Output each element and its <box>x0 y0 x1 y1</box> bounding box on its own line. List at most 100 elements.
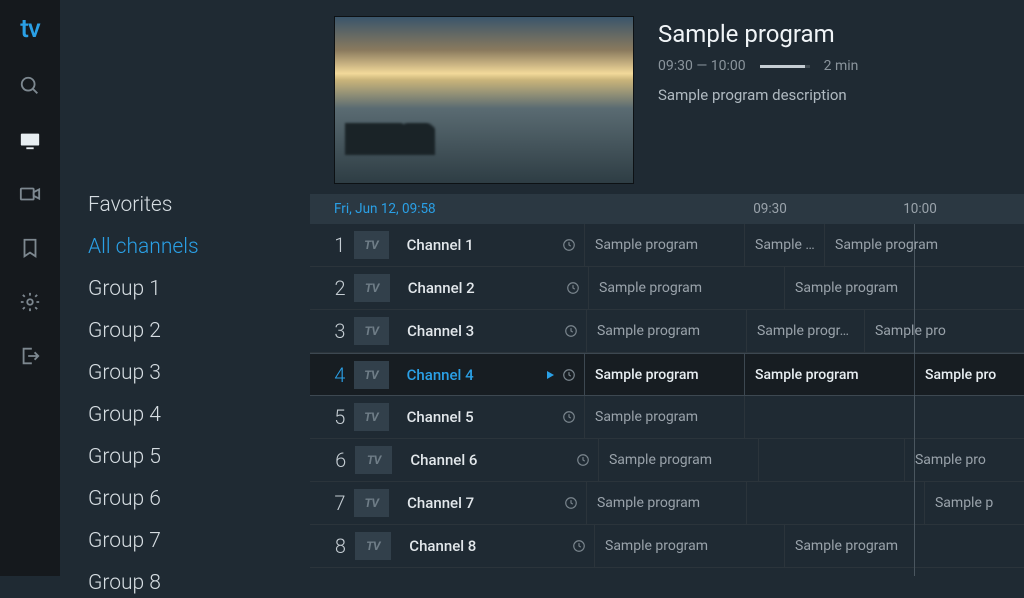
program-strip: Sample programSample programSample pro <box>584 354 1024 395</box>
channel-name: Channel 5 <box>407 408 543 426</box>
program-strip: Sample programSample progr…Sample pro <box>586 310 1024 352</box>
channel-indicators <box>545 324 586 338</box>
channel-row[interactable]: 7TV Channel 7 Sample program Sample p <box>310 482 1024 525</box>
channel-name: Channel 7 <box>407 494 544 512</box>
channel-number: 6 <box>310 448 355 472</box>
group-item[interactable]: Group 8 <box>88 568 310 598</box>
program-cell[interactable]: Sample p <box>924 482 1024 524</box>
group-item[interactable]: Group 5 <box>88 442 310 472</box>
channel-name: Channel 2 <box>408 279 547 297</box>
program-cell[interactable]: Sample program <box>584 396 744 438</box>
channel-indicators <box>543 238 584 252</box>
program-remaining: 2 min <box>824 58 859 74</box>
channel-name: Channel 8 <box>409 537 551 555</box>
program-progress-bar <box>760 65 810 68</box>
program-cell[interactable]: Sample program <box>784 267 1024 309</box>
program-cell[interactable]: Sample … <box>744 224 824 266</box>
channel-row[interactable]: 6TVChannel 6Sample programSample pro <box>310 439 1024 482</box>
search-icon[interactable] <box>18 74 42 98</box>
channel-row[interactable]: 3TV Channel 3 Sample programSample progr…S… <box>310 310 1024 353</box>
channel-logo: TV <box>354 274 390 302</box>
program-strip: Sample programSample …Sample program <box>584 224 1024 266</box>
channel-row[interactable]: 8TV Channel 8 Sample programSample program <box>310 525 1024 568</box>
program-cell[interactable]: Sample program <box>824 224 1024 266</box>
program-meta: 09:30 — 10:00 2 min <box>658 58 1024 74</box>
program-description: Sample program description <box>658 86 1024 104</box>
channel-logo: TV <box>355 532 391 560</box>
channel-row[interactable]: 1TV Channel 1 Sample programSample …Sample… <box>310 224 1024 267</box>
channel-indicators <box>545 496 586 510</box>
channel-logo: TV <box>354 361 389 389</box>
program-cell[interactable]: Sample program <box>588 267 784 309</box>
group-item[interactable]: Group 7 <box>88 526 310 556</box>
timeline-header: Fri, Jun 12, 09:58 09:30 10:00 10:30 <box>310 194 1024 224</box>
channel-indicators <box>546 281 588 295</box>
program-cell[interactable]: Sample program <box>784 525 1024 567</box>
channel-name: Channel 4 <box>407 366 543 384</box>
channel-number: 8 <box>310 534 355 558</box>
channel-logo: TV <box>354 489 389 517</box>
epg-grid: Fri, Jun 12, 09:58 09:30 10:00 10:30 1TV… <box>310 194 1024 576</box>
channel-indicators <box>543 368 584 382</box>
program-cell[interactable]: Sample program <box>744 354 914 395</box>
program-cell[interactable] <box>744 396 1024 438</box>
program-cell[interactable]: Sample progr… <box>746 310 864 352</box>
channel-logo: TV <box>354 231 389 259</box>
program-strip: Sample programSample program <box>588 267 1024 309</box>
program-cell[interactable]: Sample program <box>586 310 746 352</box>
channel-name: Channel 1 <box>407 236 543 254</box>
exit-icon[interactable] <box>18 344 42 368</box>
channel-indicators <box>543 410 584 424</box>
main-panel: Sample program 09:30 — 10:00 2 min Sampl… <box>310 0 1024 576</box>
program-strip: Sample programSample program <box>594 525 1024 567</box>
channel-number: 4 <box>310 363 354 387</box>
group-item[interactable]: Group 6 <box>88 484 310 514</box>
channel-logo: TV <box>355 446 392 474</box>
channel-row[interactable]: 5TV Channel 5 Sample program <box>310 396 1024 439</box>
channel-logo: TV <box>354 403 389 431</box>
channel-logo: TV <box>354 317 389 345</box>
group-item[interactable]: Favorites <box>88 190 310 220</box>
channel-indicators <box>551 539 594 553</box>
program-strip: Sample program Sample pro <box>598 439 1024 481</box>
channel-number: 7 <box>310 491 354 515</box>
program-cell[interactable]: Sample pro <box>914 354 1024 395</box>
channel-number: 5 <box>310 405 354 429</box>
program-cell[interactable]: Sample program <box>584 354 744 395</box>
program-cell[interactable]: Sample program <box>584 224 744 266</box>
settings-icon[interactable] <box>18 290 42 314</box>
program-title: Sample program <box>658 20 1024 48</box>
channel-row[interactable]: 4TV Channel 4 Sample programSample program… <box>310 353 1024 396</box>
program-cell[interactable] <box>758 439 904 481</box>
channel-indicators <box>555 453 598 467</box>
program-hero: Sample program 09:30 — 10:00 2 min Sampl… <box>310 0 1024 194</box>
time-tick: 10:00 <box>903 201 937 217</box>
channel-groups-panel: Favorites All channels Group 1 Group 2 Group… <box>60 0 310 576</box>
channel-name: Channel 3 <box>407 322 544 340</box>
tv-icon[interactable] <box>18 128 42 152</box>
program-cell[interactable]: Sample program <box>586 482 746 524</box>
sidebar-icon-rail: tv <box>0 0 60 576</box>
channel-number: 1 <box>310 233 354 257</box>
current-datetime: Fri, Jun 12, 09:58 <box>310 201 604 217</box>
program-strip: Sample program <box>584 396 1024 438</box>
record-icon[interactable] <box>18 182 42 206</box>
program-strip: Sample program Sample p <box>586 482 1024 524</box>
group-item[interactable]: Group 1 <box>88 274 310 304</box>
channel-number: 3 <box>310 319 354 343</box>
group-item[interactable]: All channels <box>88 232 310 262</box>
program-cell[interactable]: Sample program <box>598 439 758 481</box>
program-cell[interactable]: Sample program <box>594 525 784 567</box>
app-logo: tv <box>20 14 40 44</box>
channel-number: 2 <box>310 276 354 300</box>
group-item[interactable]: Group 3 <box>88 358 310 388</box>
bookmark-icon[interactable] <box>18 236 42 260</box>
group-item[interactable]: Group 2 <box>88 316 310 346</box>
time-tick: 09:30 <box>753 201 787 217</box>
program-cell[interactable]: Sample pro <box>864 310 1024 352</box>
group-item[interactable]: Group 4 <box>88 400 310 430</box>
program-thumbnail <box>334 16 634 184</box>
program-cell[interactable]: Sample pro <box>904 439 1024 481</box>
channel-row[interactable]: 2TV Channel 2 Sample programSample program <box>310 267 1024 310</box>
program-cell[interactable] <box>746 482 924 524</box>
